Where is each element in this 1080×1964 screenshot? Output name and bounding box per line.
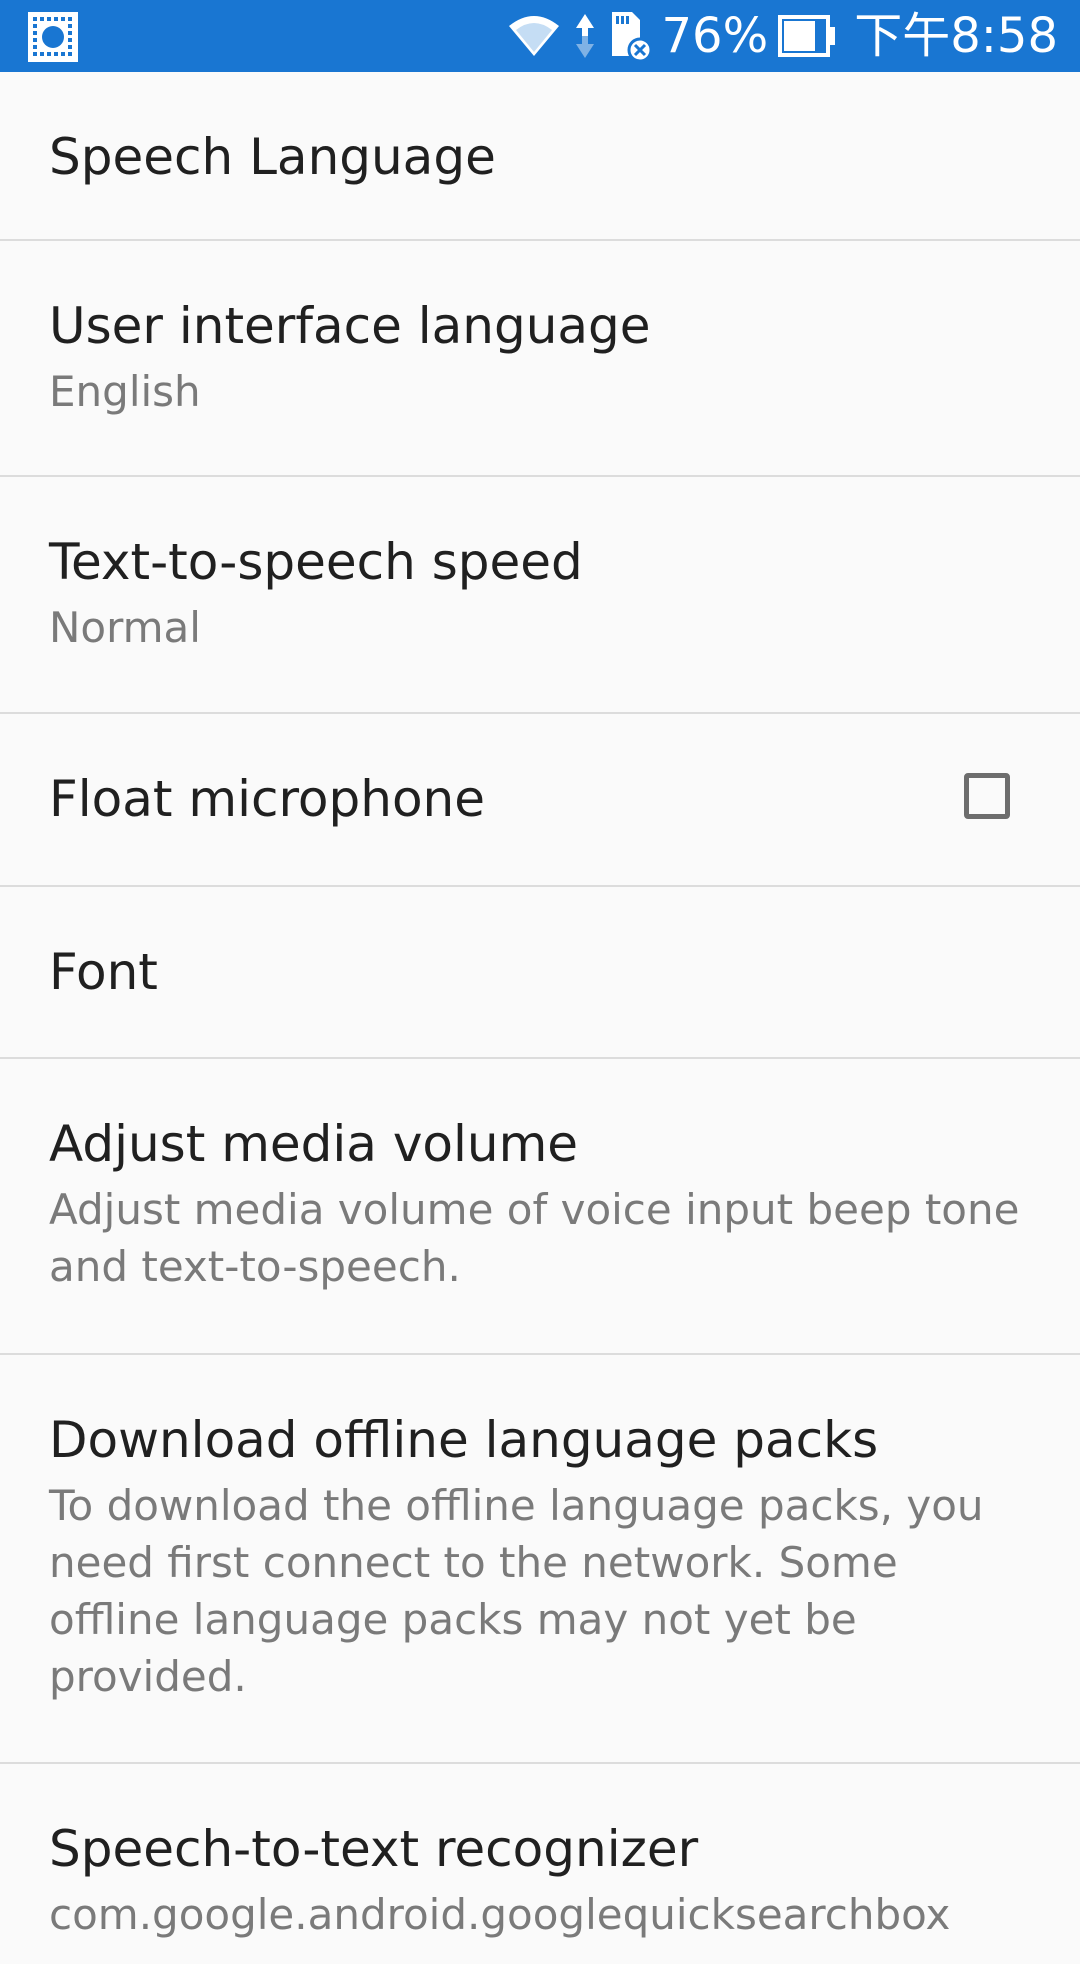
setting-summary: Adjust media volume of voice input beep … xyxy=(49,1185,1020,1291)
clock: 下午8:58 xyxy=(854,8,1058,64)
setting-title: Adjust media volume xyxy=(49,1115,579,1173)
setting-speech-language[interactable]: Speech Language xyxy=(0,72,1080,241)
app-notification-icon xyxy=(28,12,78,62)
setting-title: Speech Language xyxy=(49,128,496,186)
setting-title: Text-to-speech speed xyxy=(49,533,583,591)
setting-summary: To download the offline language packs, … xyxy=(49,1481,984,1701)
setting-summary: Normal xyxy=(49,603,201,652)
setting-title: Download offline language packs xyxy=(49,1411,879,1469)
battery-percent: 76% xyxy=(661,8,769,64)
status-bar: 76% 下午8:58 xyxy=(0,0,1080,72)
status-icons: 76% 下午8:58 xyxy=(504,0,1058,72)
data-arrows-icon xyxy=(575,14,594,58)
setting-float-microphone[interactable]: Float microphone xyxy=(0,714,1080,887)
setting-media-volume[interactable]: Adjust media volume Adjust media volume … xyxy=(0,1059,1080,1355)
setting-offline-packs[interactable]: Download offline language packs To downl… xyxy=(0,1355,1080,1764)
settings-list: Speech Language User interface language … xyxy=(0,72,1080,1964)
setting-ui-language[interactable]: User interface language English xyxy=(0,241,1080,477)
sd-card-icon xyxy=(611,12,652,62)
wifi-icon xyxy=(508,16,559,56)
setting-title: User interface language xyxy=(49,297,651,355)
setting-tts-speed[interactable]: Text-to-speech speed Normal xyxy=(0,477,1080,714)
setting-summary: com.google.android.googlequicksearchbox xyxy=(49,1890,951,1939)
setting-stt-recognizer[interactable]: Speech-to-text recognizer com.google.and… xyxy=(0,1764,1080,1964)
battery-icon xyxy=(778,15,836,57)
setting-title: Speech-to-text recognizer xyxy=(49,1820,699,1878)
float-microphone-checkbox[interactable] xyxy=(964,772,1010,819)
setting-title: Float microphone xyxy=(49,770,485,828)
setting-title: Font xyxy=(49,943,158,1001)
setting-font[interactable]: Font xyxy=(0,887,1080,1059)
setting-summary: English xyxy=(49,367,201,416)
